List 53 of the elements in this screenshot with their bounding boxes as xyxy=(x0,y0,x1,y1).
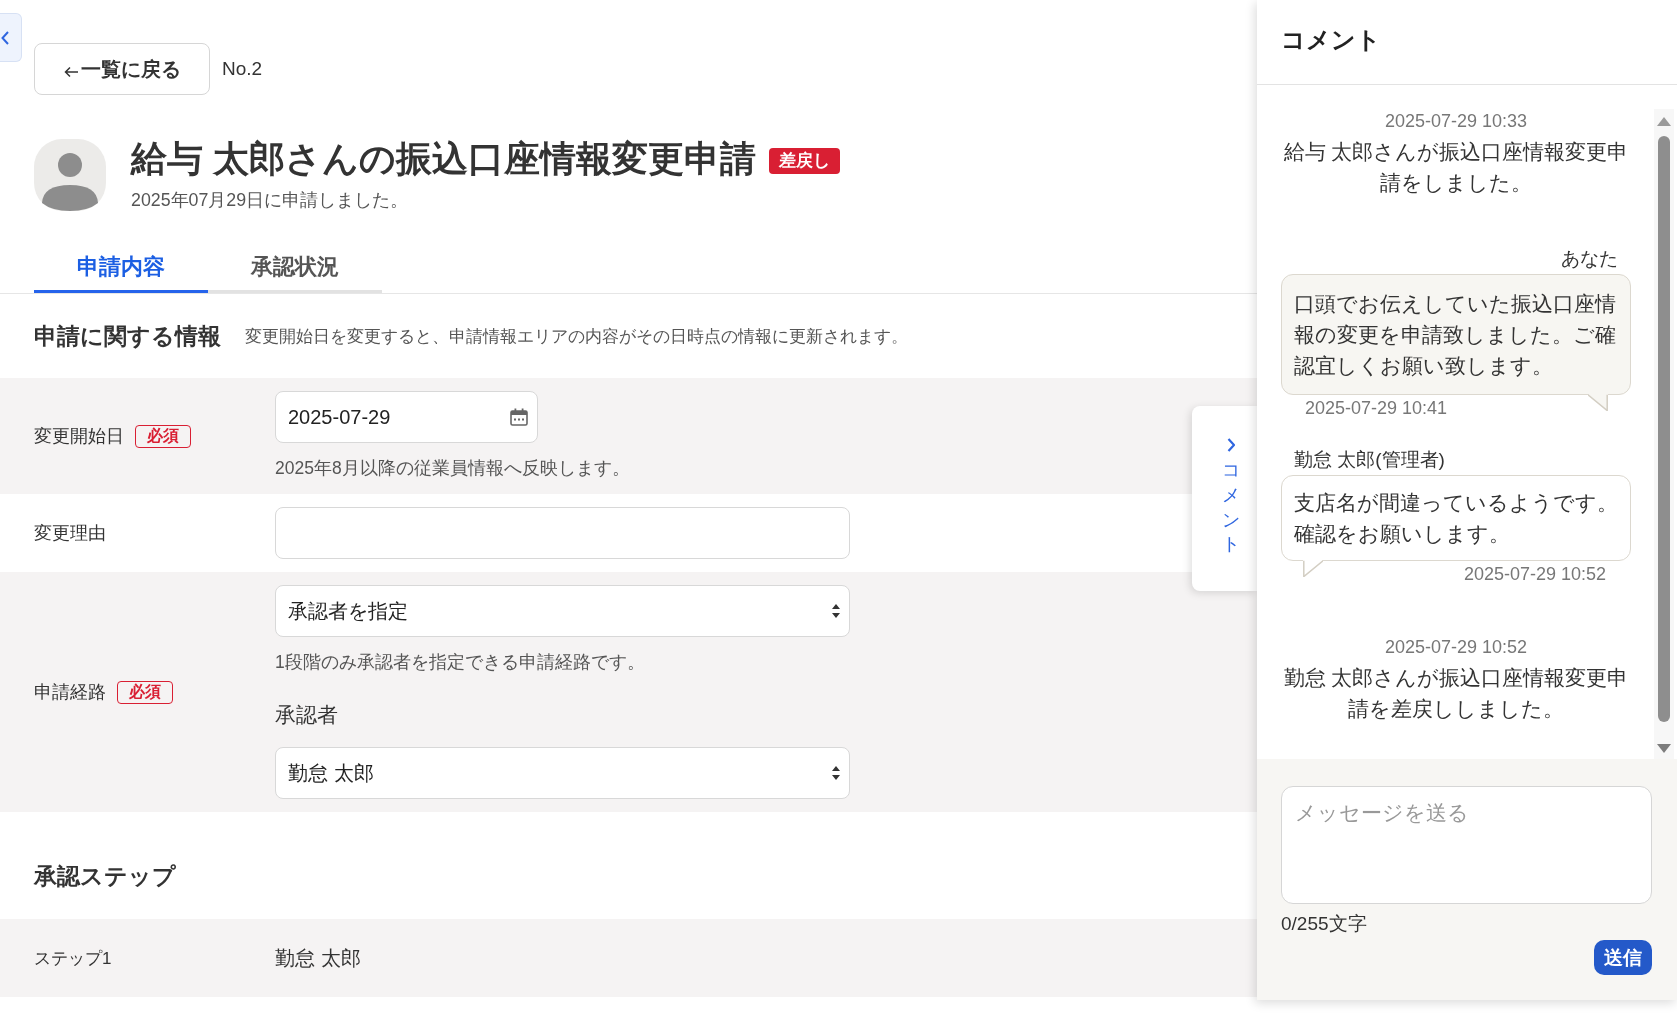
message-bubble: 支店名が間違っているようです。確認をお願いします。 xyxy=(1281,475,1631,561)
hint-text: 1段階のみ承認者を指定できる申請経路です。 xyxy=(275,651,645,674)
chevron-right-icon xyxy=(1226,438,1235,452)
bubble-tail xyxy=(1303,560,1323,577)
calendar-icon[interactable] xyxy=(510,408,528,426)
section-description: 変更開始日を変更すると、申請情報エリアの内容がその日時点の情報に更新されます。 xyxy=(245,325,908,348)
text-field[interactable] xyxy=(275,507,850,559)
step-label: ステップ1 xyxy=(34,947,113,970)
request-number: No.2 xyxy=(222,58,263,80)
required-badge: 必須 xyxy=(135,424,191,448)
scroll-down-icon[interactable] xyxy=(1657,744,1671,753)
scrollbar-track[interactable] xyxy=(1654,109,1674,759)
message-time: 2025-07-29 10:41 xyxy=(1305,397,1448,420)
field-label: 承認者 xyxy=(275,702,338,728)
arrow-left-icon xyxy=(63,66,78,78)
required-badge: 必須 xyxy=(117,680,173,704)
submitted-note: 2025年07月29日に申請しました。 xyxy=(131,190,409,210)
tab[interactable]: 申請内容 xyxy=(34,243,208,293)
bubble-tail xyxy=(1588,394,1608,411)
character-counter: 0/255文字 xyxy=(1281,913,1367,934)
system-message: 勤怠 太郎さんが振込口座情報変更申請を差戻ししました。 xyxy=(1282,665,1630,722)
message-time: 2025-07-29 10:33 xyxy=(1383,110,1529,133)
up-down-arrows-icon xyxy=(832,766,840,780)
author-name: 勤怠 太郎(管理者) xyxy=(1293,448,1446,472)
approver-name: 勤怠 太郎 xyxy=(275,945,361,971)
field-label: 変更理由 xyxy=(34,522,106,545)
back-button[interactable]: 一覧に戻る xyxy=(34,43,210,95)
request-title: 給与 太郎さんの振込口座情報変更申請 xyxy=(131,138,756,181)
up-down-arrows-icon xyxy=(832,604,840,618)
section-heading: 承認ステップ xyxy=(34,862,176,891)
status-badge: 差戻し xyxy=(768,148,840,174)
panel-title: コメント xyxy=(1281,25,1381,55)
author-name: あなた xyxy=(1560,247,1619,271)
tab[interactable]: 承認状況 xyxy=(208,243,382,293)
chevron-left-icon xyxy=(1,30,9,45)
message-input[interactable]: メッセージを送る xyxy=(1281,786,1652,904)
hint-text: 2025年8月以降の従業員情報へ反映します。 xyxy=(275,457,630,480)
scroll-up-icon[interactable] xyxy=(1657,117,1671,126)
scrollbar-thumb[interactable] xyxy=(1658,136,1670,722)
message-bubble: 口頭でお伝えしていた振込口座情報の変更を申請致しました。ご確認宜しくお願い致します。 xyxy=(1281,274,1631,395)
system-message: 給与 太郎さんが振込口座情報変更申請をしました。 xyxy=(1282,139,1630,196)
section-heading: 申請に関する情報 xyxy=(34,321,221,351)
select-field[interactable]: 承認者を指定 xyxy=(275,585,850,637)
field-label: 申請経路 xyxy=(34,681,106,704)
avatar-icon xyxy=(34,139,106,211)
select-field[interactable]: 勤怠 太郎 xyxy=(275,747,850,799)
sidebar-toggle-button[interactable] xyxy=(0,13,22,62)
message-time: 2025-07-29 10:52 xyxy=(1383,636,1529,659)
message-time: 2025-07-29 10:52 xyxy=(1463,563,1606,586)
date-field[interactable]: 2025-07-29 xyxy=(275,391,538,443)
field-label: 変更開始日 xyxy=(34,425,124,448)
send-button[interactable]: 送信 xyxy=(1594,940,1652,975)
comment-tab[interactable]: コメント xyxy=(1192,406,1257,591)
